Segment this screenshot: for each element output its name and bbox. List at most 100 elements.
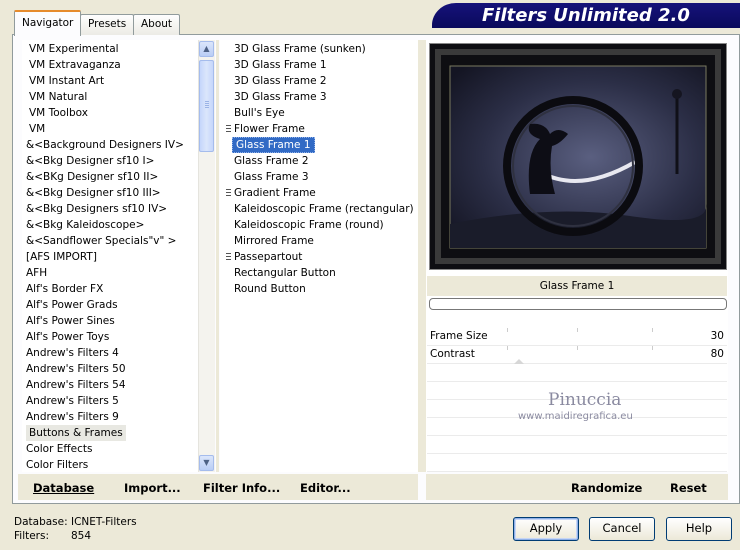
progress-bar (429, 298, 727, 310)
category-item[interactable]: Color Effects (26, 441, 92, 457)
watermark-url: www.maidiregrafica.eu (518, 411, 633, 422)
app-title: Filters Unlimited 2.0 (482, 5, 690, 26)
database-label: Database (33, 481, 95, 495)
database-status-label: Database: (14, 516, 68, 528)
filter-info-button[interactable]: Filter Info... (203, 481, 280, 495)
category-item[interactable]: &<Bkg Designer sf10 I> (26, 153, 154, 169)
category-item[interactable]: &<Background Designers IV> (26, 137, 184, 153)
grip-icon (226, 189, 231, 198)
category-item[interactable]: Buttons & Frames (26, 425, 126, 441)
reset-button[interactable]: Reset (670, 481, 707, 495)
category-item[interactable]: VM Experimental (29, 41, 119, 57)
filter-item[interactable]: Round Button (234, 281, 306, 297)
category-item[interactable]: VM Extravaganza (29, 57, 121, 73)
current-filter-name: Glass Frame 1 (539, 280, 615, 292)
filter-item[interactable]: Kaleidoscopic Frame (rectangular) (234, 201, 414, 217)
category-item[interactable]: &<Bkg Designers sf10 IV> (26, 201, 167, 217)
filter-info-label: Filter Info... (203, 481, 281, 495)
category-item[interactable]: &<BKg Designer sf10 II> (26, 169, 158, 185)
category-item[interactable]: VM (29, 121, 45, 137)
filter-item[interactable]: 3D Glass Frame (sunken) (234, 41, 366, 57)
import-button[interactable]: Import... (124, 481, 181, 495)
cancel-button[interactable]: Cancel (589, 517, 655, 541)
param-label: Frame Size (430, 330, 488, 342)
param-row-empty (427, 364, 727, 382)
param-row-empty (427, 454, 727, 472)
category-item[interactable]: VM Instant Art (29, 73, 104, 89)
tab-presets[interactable]: Presets (80, 14, 135, 35)
category-item[interactable]: &<Bkg Kaleidoscope> (26, 217, 144, 233)
arrow-up-icon: ▲ (203, 44, 210, 53)
filter-item[interactable]: Glass Frame 2 (234, 153, 309, 169)
apply-label: Apply (529, 521, 563, 535)
filter-item[interactable]: Rectangular Button (234, 265, 336, 281)
tab-about[interactable]: About (133, 14, 181, 35)
param-contrast[interactable]: Contrast 80 (427, 346, 727, 365)
param-frame-size[interactable]: Frame Size 30 (427, 328, 727, 346)
category-item[interactable]: &<Sandflower Specials"v" > (26, 233, 176, 249)
category-item[interactable]: Andrew's Filters 5 (26, 393, 119, 409)
filter-item[interactable]: Kaleidoscopic Frame (round) (234, 217, 384, 233)
category-item[interactable]: Alf's Border FX (26, 281, 103, 297)
filter-item[interactable]: 3D Glass Frame 1 (234, 57, 327, 73)
param-label: Contrast (430, 348, 475, 360)
filters-count-value: 854 (71, 530, 92, 542)
pane-divider (418, 40, 426, 472)
database-button[interactable]: Database (33, 481, 94, 495)
category-item[interactable]: VM Natural (29, 89, 87, 105)
filters-count-label: Filters: (14, 530, 50, 542)
cancel-label: Cancel (602, 521, 642, 535)
filter-item[interactable]: Mirrored Frame (234, 233, 314, 249)
filter-item[interactable]: Passepartout (234, 249, 302, 265)
category-item[interactable]: VM Toolbox (29, 105, 88, 121)
category-list[interactable]: VM Experimental VM Extravaganza VM Instant… (22, 40, 198, 472)
grip-icon (226, 253, 231, 262)
reset-label: Reset (670, 481, 707, 495)
filter-item[interactable]: Glass Frame 3 (234, 169, 309, 185)
preview-image[interactable] (429, 43, 727, 270)
category-item[interactable]: AFH (26, 265, 47, 281)
param-value: 80 (710, 348, 724, 360)
filter-item[interactable]: 3D Glass Frame 3 (234, 89, 327, 105)
category-item[interactable]: &<Bkg Designer sf10 III> (26, 185, 161, 201)
help-button[interactable]: Help (666, 517, 732, 541)
apply-button[interactable]: Apply (513, 517, 579, 541)
watermark-name: Pinuccia (548, 390, 622, 410)
import-label: Import... (124, 481, 181, 495)
category-item[interactable]: Andrew's Filters 54 (26, 377, 126, 393)
category-item[interactable]: Alf's Power Grads (26, 297, 118, 313)
scroll-up-button[interactable]: ▲ (199, 41, 214, 57)
category-item[interactable]: Alf's Power Toys (26, 329, 109, 345)
tab-label: Navigator (22, 17, 74, 29)
grip-icon (226, 125, 231, 134)
param-value: 30 (710, 330, 724, 342)
editor-button[interactable]: Editor... (300, 481, 351, 495)
pane-divider[interactable] (216, 40, 219, 472)
editor-label: Editor... (300, 481, 351, 495)
filter-item[interactable]: Bull's Eye (234, 105, 285, 121)
tab-label: About (141, 18, 173, 30)
tab-navigator[interactable]: Navigator (14, 10, 82, 36)
filter-item[interactable]: Flower Frame (234, 121, 305, 137)
category-item[interactable]: [AFS IMPORT] (26, 249, 97, 265)
filter-item[interactable]: Gradient Frame (234, 185, 316, 201)
category-item[interactable]: Andrew's Filters 50 (26, 361, 126, 377)
preview-artwork (430, 44, 726, 269)
database-status-value: ICNET-Filters (71, 516, 137, 528)
category-item[interactable]: Andrew's Filters 4 (26, 345, 119, 361)
category-item[interactable]: Color Filters (26, 457, 88, 472)
randomize-button[interactable]: Randomize (571, 481, 642, 495)
scroll-down-button[interactable]: ▼ (199, 455, 214, 471)
arrow-down-icon: ▼ (203, 458, 210, 467)
tab-label: Presets (88, 18, 127, 30)
help-label: Help (685, 521, 713, 535)
filter-item[interactable]: Glass Frame 1 (232, 137, 315, 153)
category-scroll-thumb[interactable] (199, 60, 214, 152)
grip-lines-icon (205, 101, 209, 109)
randomize-label: Randomize (571, 481, 643, 495)
category-item[interactable]: Alf's Power Sines (26, 313, 115, 329)
category-item[interactable]: Andrew's Filters 9 (26, 409, 119, 425)
filter-item[interactable]: 3D Glass Frame 2 (234, 73, 327, 89)
app-banner: Filters Unlimited 2.0 (432, 3, 740, 28)
filter-list[interactable]: 3D Glass Frame (sunken) 3D Glass Frame 13… (220, 40, 418, 472)
